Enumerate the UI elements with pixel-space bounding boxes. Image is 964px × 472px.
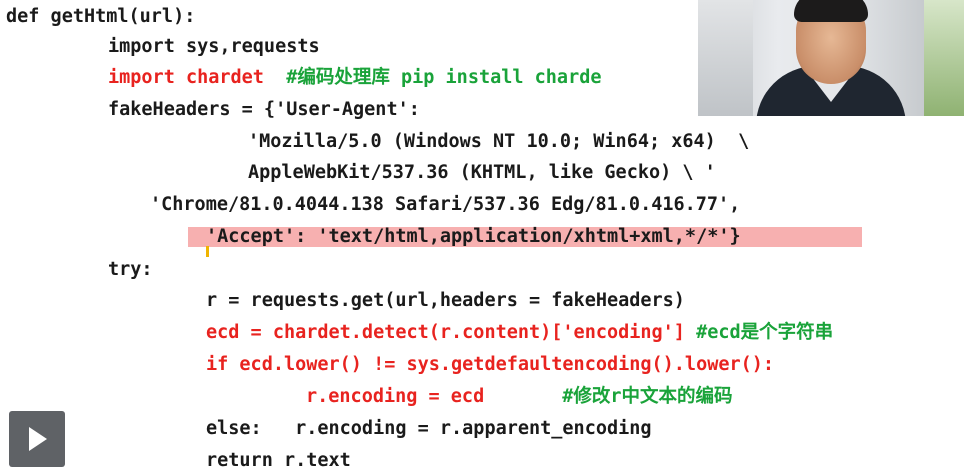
code-text: 'Mozilla/5.0 (Windows NT 10.0; Win64; x6… bbox=[248, 131, 750, 152]
code-comment: #修改r中文本的编码 bbox=[562, 386, 733, 407]
code-line-15: return r.text bbox=[206, 450, 351, 472]
code-comment: #编码处理库 pip install charde bbox=[286, 67, 602, 88]
code-text: import chardet bbox=[108, 67, 287, 88]
code-text: if ecd.lower() != sys.getdefaultencoding… bbox=[206, 354, 775, 375]
code-text: fakeHeaders = {'User-Agent': bbox=[108, 99, 420, 120]
code-text: def getHtml(url): bbox=[6, 6, 196, 27]
webcam-overlay bbox=[698, 0, 964, 116]
code-line-13: r.encoding = ecd #修改r中文本的编码 bbox=[306, 386, 732, 408]
code-line-5: 'Mozilla/5.0 (Windows NT 10.0; Win64; x6… bbox=[248, 131, 749, 153]
play-button[interactable] bbox=[9, 411, 65, 467]
presenter-hair bbox=[794, 0, 868, 22]
code-line-8: 'Accept': 'text/html,application/xhtml+x… bbox=[206, 226, 741, 248]
code-text: import sys,requests bbox=[108, 36, 320, 57]
code-line-7: 'Chrome/81.0.4044.138 Safari/537.36 Edg/… bbox=[150, 194, 740, 216]
code-text: 'Accept': 'text/html,application/xhtml+x… bbox=[206, 226, 741, 247]
code-text: ecd = chardet.detect(r.content)['encodin… bbox=[206, 322, 697, 343]
code-line-4: fakeHeaders = {'User-Agent': bbox=[108, 99, 420, 121]
code-text: try: bbox=[108, 259, 153, 280]
play-icon bbox=[29, 427, 47, 451]
webcam-background-window bbox=[924, 0, 964, 116]
code-line-3: import chardet #编码处理库 pip install charde bbox=[108, 67, 601, 89]
code-line-2: import sys,requests bbox=[108, 36, 320, 58]
code-line-12: if ecd.lower() != sys.getdefaultencoding… bbox=[206, 354, 774, 376]
code-text: 'Chrome/81.0.4044.138 Safari/537.36 Edg/… bbox=[150, 194, 741, 215]
code-line-1: def getHtml(url): bbox=[6, 6, 195, 28]
code-line-14: else: r.encoding = r.apparent_encoding bbox=[206, 418, 652, 440]
code-text: AppleWebKit/537.36 (KHTML, like Gecko) \… bbox=[248, 162, 716, 183]
code-line-10: r = requests.get(url,headers = fakeHeade… bbox=[206, 290, 685, 312]
code-comment: #ecd是个字符串 bbox=[696, 322, 834, 343]
code-text: r = requests.get(url,headers = fakeHeade… bbox=[206, 290, 685, 311]
code-line-6: AppleWebKit/537.36 (KHTML, like Gecko) \… bbox=[248, 162, 716, 184]
code-line-9: try: bbox=[108, 259, 153, 281]
code-line-11: ecd = chardet.detect(r.content)['encodin… bbox=[206, 322, 833, 344]
code-text: r.encoding = ecd bbox=[306, 386, 563, 407]
code-text: return r.text bbox=[206, 450, 351, 471]
code-text: else: r.encoding = r.apparent_encoding bbox=[206, 418, 652, 439]
webcam-background-shelf bbox=[698, 0, 753, 116]
